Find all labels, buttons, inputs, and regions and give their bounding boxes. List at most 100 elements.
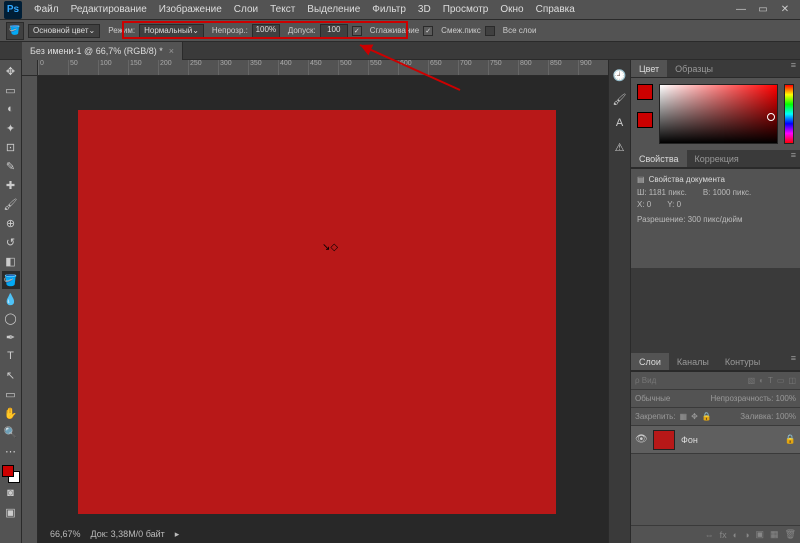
menu-help[interactable]: Справка <box>530 4 581 15</box>
zoom-tool[interactable]: 🔍 <box>2 423 20 441</box>
link-layers-icon[interactable]: ⇔ <box>705 530 714 540</box>
menu-edit[interactable]: Редактирование <box>65 4 153 15</box>
layer-opacity-value[interactable]: 100% <box>776 394 796 403</box>
lock-pixels-icon[interactable]: ▦ <box>680 412 688 421</box>
char-panel-icon[interactable]: A <box>611 114 629 132</box>
menu-window[interactable]: Окно <box>494 4 529 15</box>
menu-filter[interactable]: Фильтр <box>366 4 412 15</box>
bucket-tool[interactable]: 🪣 <box>2 271 20 289</box>
canvas-area[interactable]: 0501001502002503003504004505005506006507… <box>22 60 608 543</box>
props-panel-menu-icon[interactable]: ≡ <box>787 150 800 167</box>
brush-tool[interactable]: 🖌 <box>2 195 20 213</box>
new-layer-icon[interactable]: ▦ <box>770 529 779 540</box>
tolerance-input[interactable]: 100 <box>320 24 348 38</box>
tab-channels[interactable]: Каналы <box>669 353 717 370</box>
delete-layer-icon[interactable]: 🗑 <box>785 529 796 540</box>
zoom-level[interactable]: 66,67% <box>50 529 81 539</box>
hand-tool[interactable]: ✋ <box>2 404 20 422</box>
minimize-icon[interactable]: — <box>734 3 748 17</box>
warning-icon[interactable]: ⚠ <box>611 138 629 156</box>
lock-icon[interactable]: 🔒 <box>785 434 796 445</box>
shape-tool[interactable]: ▭ <box>2 385 20 403</box>
visibility-icon[interactable]: 👁 <box>635 434 647 445</box>
document-tab[interactable]: Без имени-1 @ 66,7% (RGB/8) * × <box>22 42 183 60</box>
all-layers-checkbox[interactable] <box>485 26 495 36</box>
brush-panel-icon[interactable]: 🖌 <box>611 90 629 108</box>
history-brush-tool[interactable]: ↺ <box>2 233 20 251</box>
mode-dropdown[interactable]: Нормальный ⌄ <box>139 24 204 38</box>
crop-tool[interactable]: ⊡ <box>2 138 20 156</box>
type-tool[interactable]: T <box>2 347 20 365</box>
ruler-origin[interactable] <box>22 60 38 76</box>
menu-image[interactable]: Изображение <box>153 4 228 15</box>
tab-layers[interactable]: Слои <box>631 353 669 370</box>
screenmode-tool[interactable]: ▣ <box>2 503 20 521</box>
fx-icon[interactable]: fx <box>720 530 727 540</box>
quickmask-tool[interactable]: ◙ <box>2 484 20 502</box>
opacity-input[interactable]: 100% <box>252 24 280 38</box>
mask-icon[interactable]: ◐ <box>733 530 738 540</box>
menu-file[interactable]: Файл <box>28 4 65 15</box>
menu-layer[interactable]: Слои <box>228 4 264 15</box>
contiguous-checkbox[interactable]: ✓ <box>423 26 433 36</box>
layers-panel-menu-icon[interactable]: ≡ <box>787 353 800 370</box>
marquee-tool[interactable]: ▭ <box>2 81 20 99</box>
fill-value[interactable]: 100% <box>776 412 796 421</box>
blend-mode-dropdown[interactable]: Обычные <box>635 394 670 403</box>
color-panel-tabs: Цвет Образцы ≡ <box>631 60 800 78</box>
bucket-tool-icon[interactable]: 🪣 <box>6 22 24 40</box>
kind-filter[interactable]: ρ Вид <box>635 376 656 385</box>
document-canvas[interactable] <box>78 110 556 514</box>
color-swatches[interactable] <box>2 465 20 483</box>
tab-color[interactable]: Цвет <box>631 60 667 77</box>
tab-paths[interactable]: Контуры <box>717 353 768 370</box>
dodge-tool[interactable]: ◯ <box>2 309 20 327</box>
panel-bg-swatch[interactable] <box>637 112 653 128</box>
filter-text-icon[interactable]: T <box>768 376 773 385</box>
heal-tool[interactable]: ✚ <box>2 176 20 194</box>
adjustment-icon[interactable]: ◑ <box>744 530 749 540</box>
layer-name-text[interactable]: Фон <box>681 435 779 445</box>
group-icon[interactable]: ▣ <box>756 529 765 540</box>
stamp-tool[interactable]: ⊕ <box>2 214 20 232</box>
lock-position-icon[interactable]: ✥ <box>691 412 698 421</box>
history-panel-icon[interactable]: 🕘 <box>611 66 629 84</box>
lock-all-icon[interactable]: 🔒 <box>702 412 712 421</box>
filter-img-icon[interactable]: ▧ <box>748 376 756 385</box>
close-tab-icon[interactable]: × <box>169 46 174 56</box>
menu-select[interactable]: Выделение <box>301 4 366 15</box>
color-panel-menu-icon[interactable]: ≡ <box>787 60 800 77</box>
menu-3d[interactable]: 3D <box>412 4 437 15</box>
ruler-vertical[interactable] <box>22 76 38 543</box>
hue-slider[interactable] <box>784 84 794 144</box>
filter-smart-icon[interactable]: ◫ <box>788 376 796 385</box>
menu-view[interactable]: Просмотр <box>437 4 495 15</box>
status-arrow-icon[interactable]: ▸ <box>175 529 180 540</box>
panel-fg-swatch[interactable] <box>637 84 653 100</box>
tab-swatches[interactable]: Образцы <box>667 60 721 77</box>
edit-toolbar[interactable]: ⋯ <box>2 442 20 460</box>
filter-adj-icon[interactable]: ◐ <box>759 376 764 385</box>
move-tool[interactable]: ✥ <box>2 62 20 80</box>
main-area: ✥ ▭ ◐ ✦ ⊡ ✎ ✚ 🖌 ⊕ ↺ ◧ 🪣 💧 ◯ ✒ T ↖ ▭ ✋ 🔍 … <box>0 60 800 543</box>
menu-text[interactable]: Текст <box>264 4 301 15</box>
eyedropper-tool[interactable]: ✎ <box>2 157 20 175</box>
close-icon[interactable]: ✕ <box>778 3 792 17</box>
fill-source-dropdown[interactable]: Основной цвет ⌄ <box>28 24 100 38</box>
antialias-checkbox[interactable]: ✓ <box>352 26 362 36</box>
tab-properties[interactable]: Свойства <box>631 150 687 167</box>
wand-tool[interactable]: ✦ <box>2 119 20 137</box>
pen-tool[interactable]: ✒ <box>2 328 20 346</box>
tab-adjustments[interactable]: Коррекция <box>687 150 747 167</box>
filter-shape-icon[interactable]: ▭ <box>777 376 785 385</box>
color-field[interactable] <box>659 84 778 144</box>
ruler-horizontal[interactable]: 0501001502002503003504004505005506006507… <box>38 60 608 76</box>
lasso-tool[interactable]: ◐ <box>2 100 20 118</box>
layer-row[interactable]: 👁 Фон 🔒 <box>631 426 800 454</box>
fg-color-swatch[interactable] <box>2 465 14 477</box>
path-tool[interactable]: ↖ <box>2 366 20 384</box>
blur-tool[interactable]: 💧 <box>2 290 20 308</box>
restore-icon[interactable]: ▭ <box>756 3 770 17</box>
eraser-tool[interactable]: ◧ <box>2 252 20 270</box>
layer-thumbnail[interactable] <box>653 430 675 450</box>
